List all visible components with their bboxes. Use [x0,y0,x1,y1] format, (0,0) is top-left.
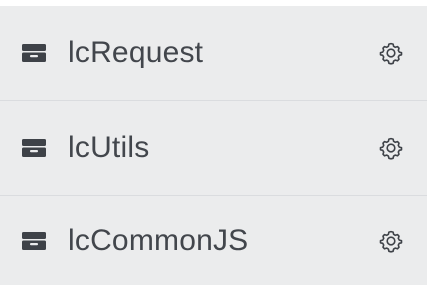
module-label: lcCommonJS [68,223,249,257]
gear-icon[interactable] [378,228,404,254]
module-label: lcUtils [68,131,150,164]
archive-box-icon [20,42,48,64]
gear-icon[interactable] [378,135,404,161]
list-item[interactable]: lcCommonJS [0,196,427,285]
archive-box-icon [20,230,48,252]
list-item[interactable]: lcRequest [0,6,427,101]
module-list: lcRequest lcUtils lcCommonJS [0,6,427,285]
module-label: lcRequest [68,36,204,69]
module-panel: lcRequest lcUtils lcCommonJS [0,0,427,292]
list-item[interactable]: lcUtils [0,101,427,196]
archive-box-icon [20,137,48,159]
gear-icon[interactable] [378,40,404,66]
